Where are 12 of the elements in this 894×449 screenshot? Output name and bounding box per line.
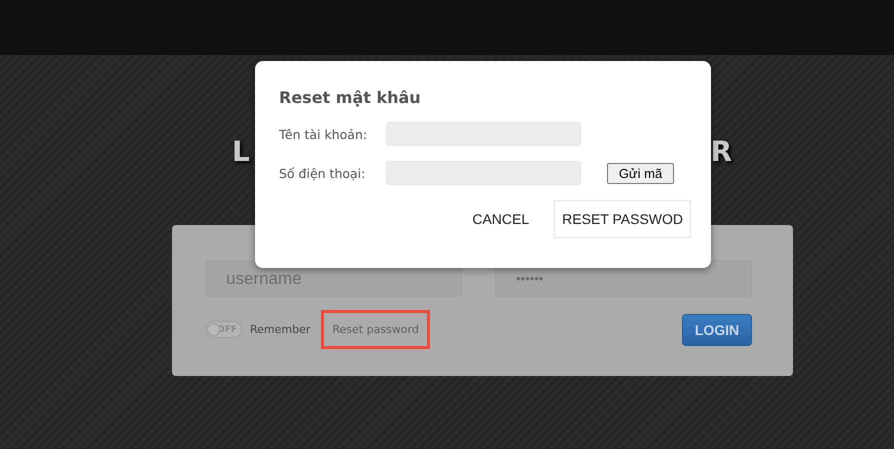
login-button[interactable]: LOGIN bbox=[682, 314, 752, 346]
input-field[interactable] bbox=[386, 122, 581, 146]
remember-label: Remember bbox=[250, 323, 310, 336]
reset-password-link[interactable]: Reset password bbox=[332, 323, 419, 336]
dialog-title: Reset mật khâu bbox=[279, 88, 422, 107]
page-heading: R bbox=[710, 137, 732, 167]
page-heading: L bbox=[232, 137, 250, 167]
field-label: Số điện thoại: bbox=[279, 166, 366, 180]
input-field[interactable] bbox=[386, 161, 581, 185]
send-code-button[interactable]: Gửi mã bbox=[607, 162, 674, 184]
reset-password-button[interactable]: RESET PASSWOD bbox=[554, 200, 691, 238]
field-label: Tên tài khoản: bbox=[279, 126, 368, 142]
